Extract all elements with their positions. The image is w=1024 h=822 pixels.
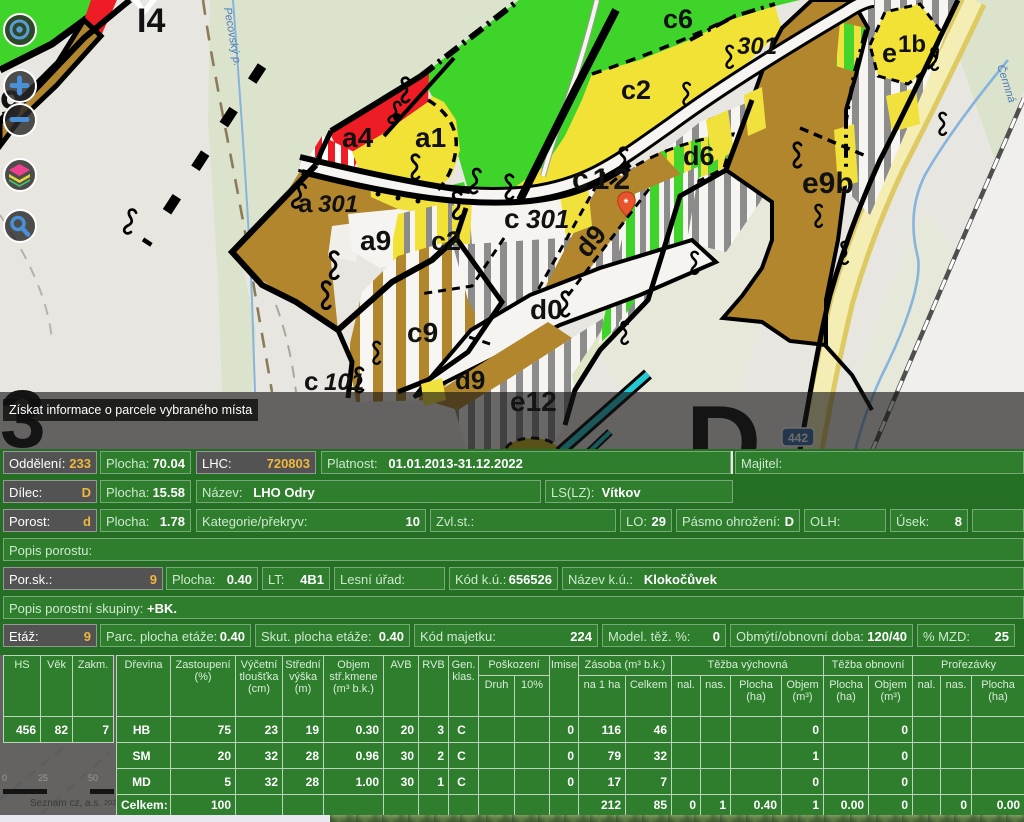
svg-text:a4: a4 bbox=[342, 122, 374, 153]
svg-text:1b: 1b bbox=[898, 31, 926, 58]
svg-text:a: a bbox=[298, 188, 313, 218]
svg-text:25: 25 bbox=[38, 773, 48, 783]
svg-text:c: c bbox=[504, 203, 520, 234]
svg-text:301: 301 bbox=[526, 204, 569, 234]
svg-text:a9: a9 bbox=[360, 225, 391, 256]
svg-text:301: 301 bbox=[318, 191, 358, 218]
svg-text:d9: d9 bbox=[455, 365, 485, 395]
svg-text:a1: a1 bbox=[415, 122, 446, 153]
svg-text:e9b: e9b bbox=[802, 167, 854, 200]
svg-text:c2: c2 bbox=[621, 75, 651, 105]
svg-text:0: 0 bbox=[2, 773, 7, 783]
svg-text:301: 301 bbox=[737, 33, 777, 60]
svg-text:d6: d6 bbox=[683, 141, 715, 171]
svg-text:c: c bbox=[304, 366, 318, 396]
svg-text:c6: c6 bbox=[663, 4, 693, 34]
svg-text:e: e bbox=[882, 38, 897, 68]
svg-text:*: * bbox=[624, 196, 629, 210]
svg-text:c9: c9 bbox=[407, 317, 438, 348]
svg-text:c2: c2 bbox=[431, 226, 461, 256]
svg-text:Seznam cz, a.s.: Seznam cz, a.s. bbox=[30, 798, 101, 809]
svg-text:101: 101 bbox=[324, 369, 364, 396]
svg-text:50: 50 bbox=[88, 773, 98, 783]
svg-text:d0: d0 bbox=[530, 294, 563, 325]
svg-text:I4: I4 bbox=[137, 2, 165, 40]
svg-text:c12: c12 bbox=[572, 163, 634, 196]
